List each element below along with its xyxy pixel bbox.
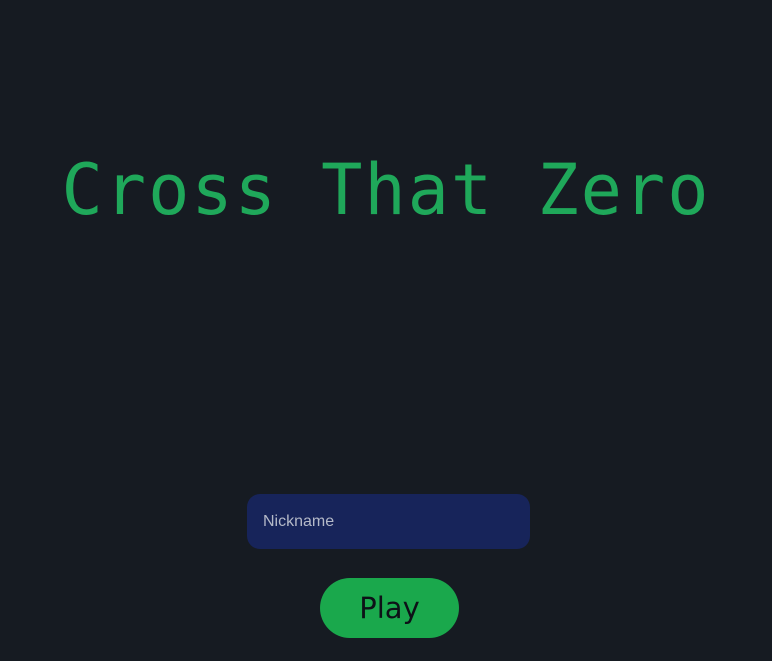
start-screen: Cross That Zero Play bbox=[0, 0, 772, 661]
nickname-input[interactable] bbox=[247, 494, 530, 549]
game-title: Cross That Zero bbox=[61, 149, 711, 231]
play-button[interactable]: Play bbox=[320, 578, 459, 638]
